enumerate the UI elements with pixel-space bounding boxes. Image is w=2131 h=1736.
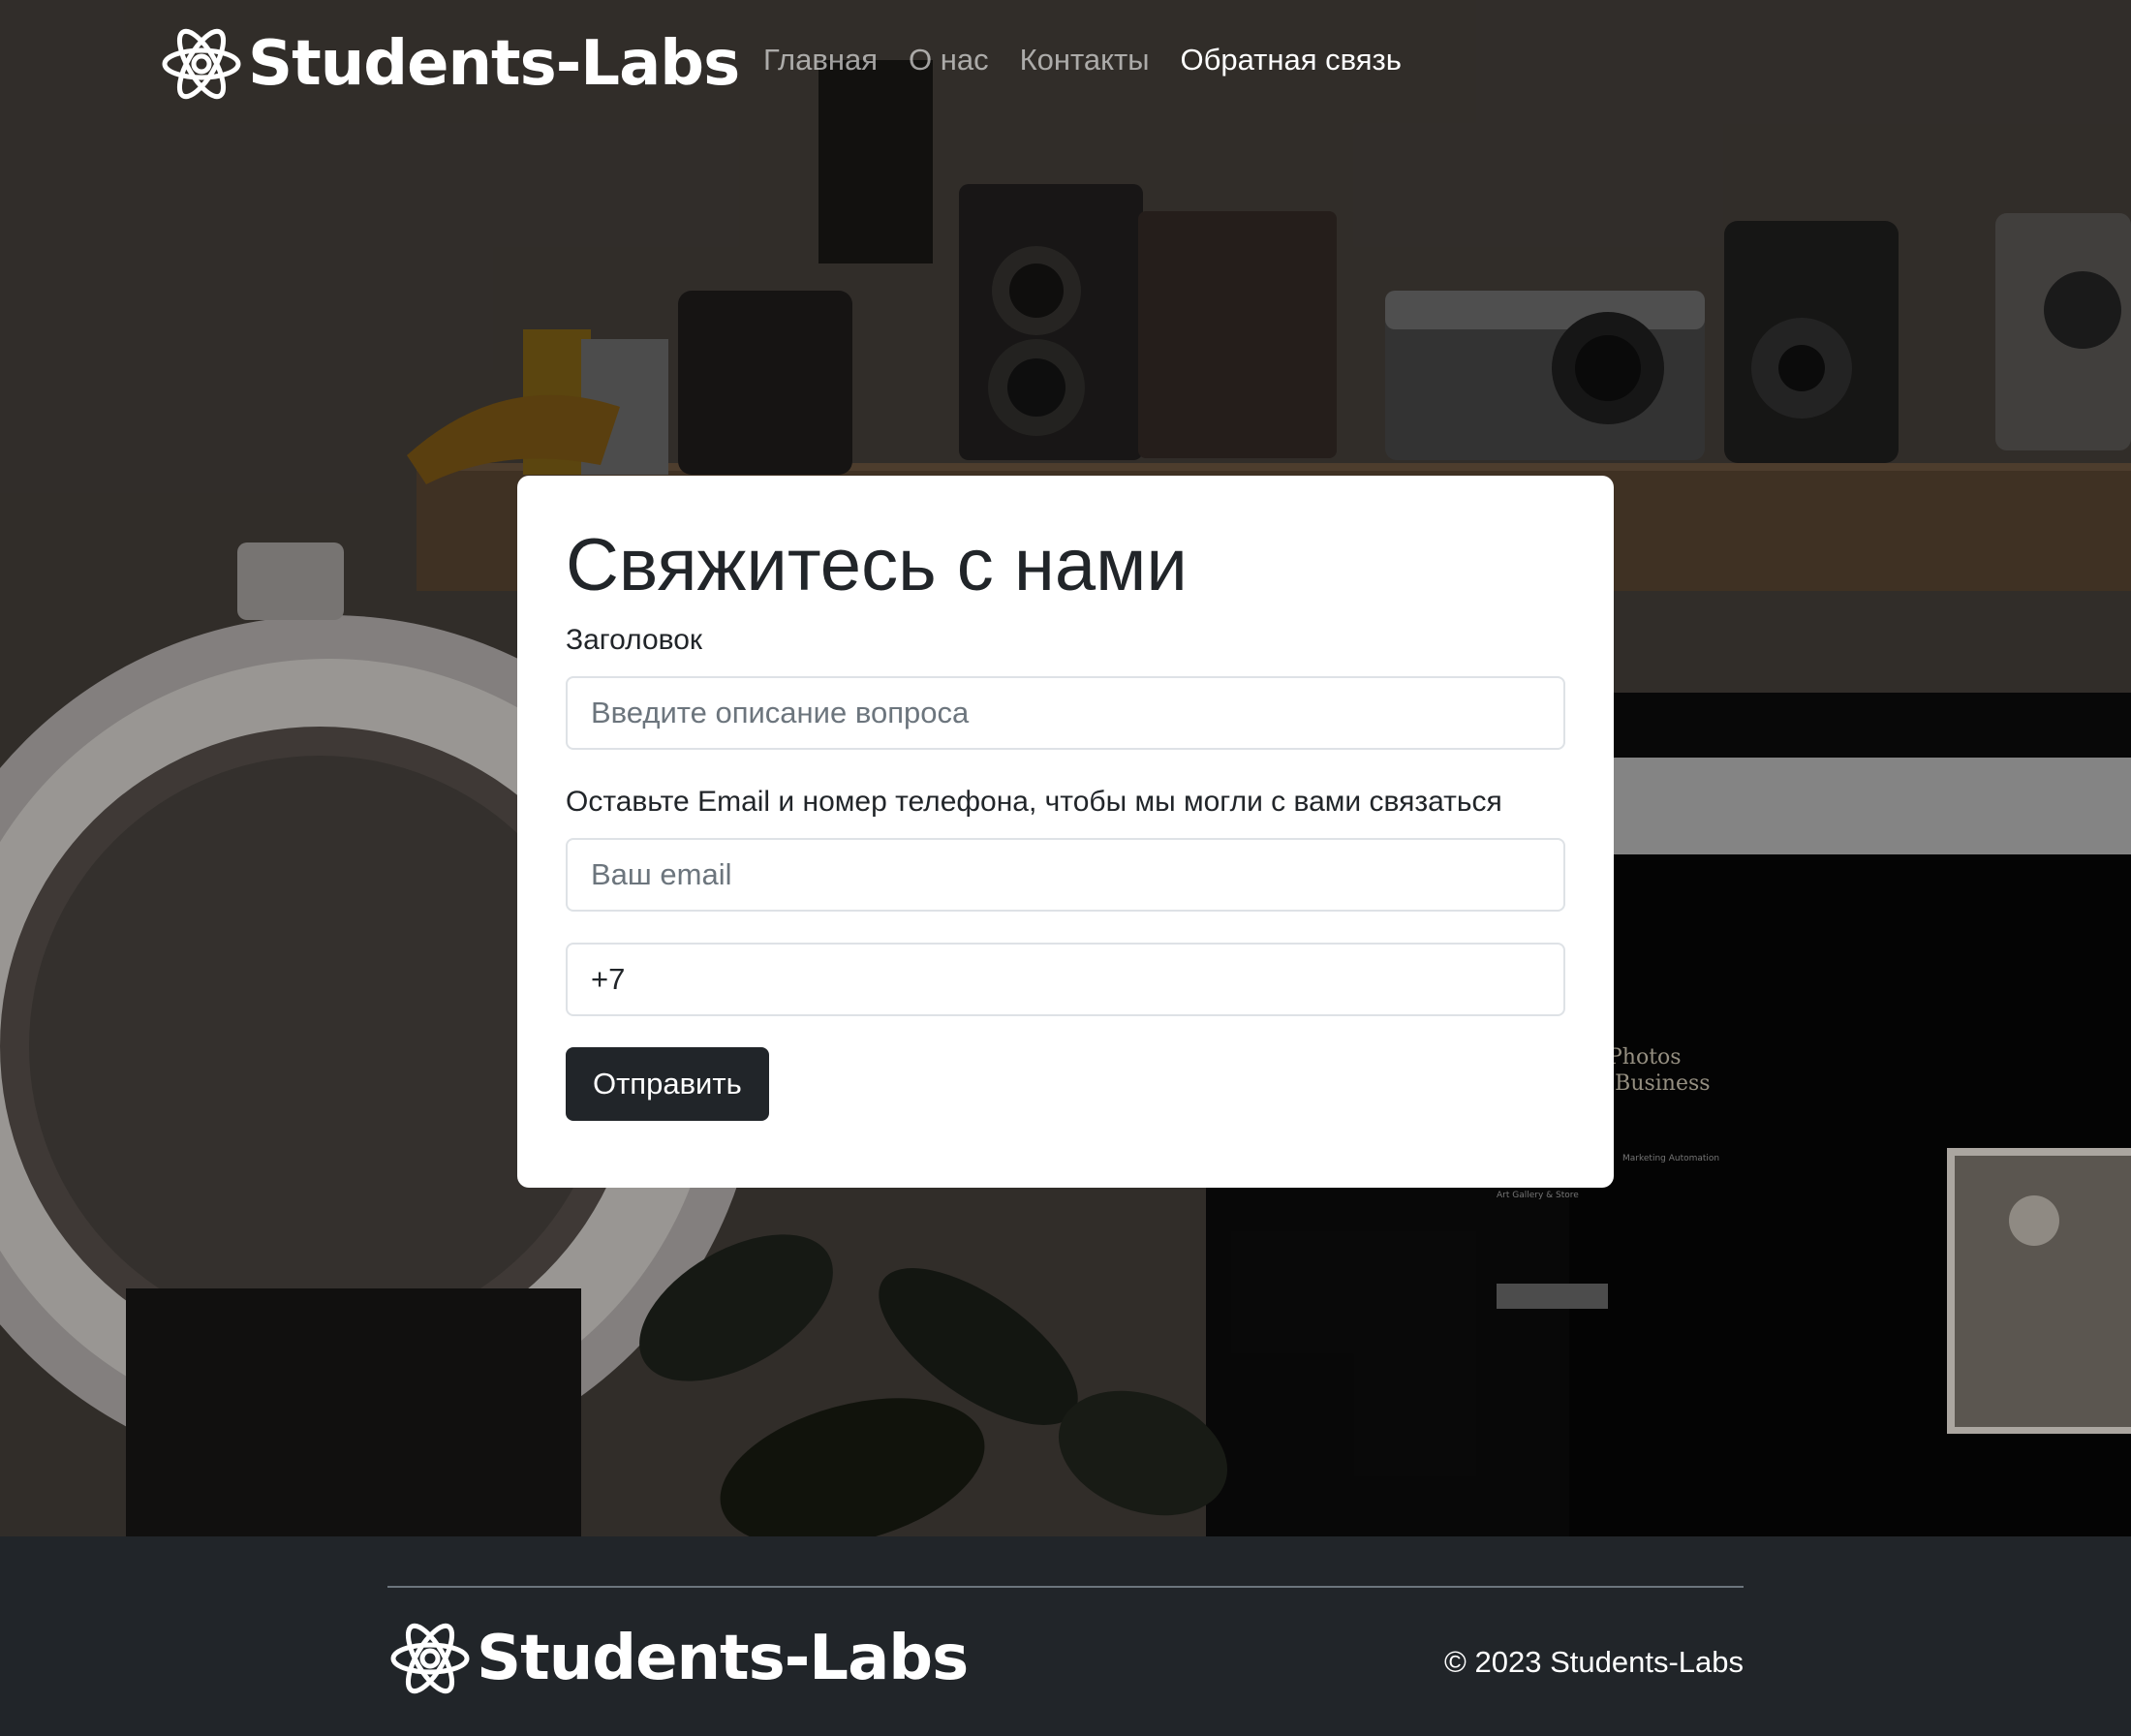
email-input[interactable] [566, 838, 1565, 912]
contact-form-card: Свяжитесь с нами Заголовок Оставьте Emai… [517, 476, 1614, 1188]
nav-link-about[interactable]: О нас [909, 43, 989, 78]
contact-label: Оставьте Email и номер телефона, чтобы м… [566, 786, 1502, 818]
submit-button[interactable]: Отправить [566, 1047, 769, 1121]
brand-name: Students-Labs [248, 28, 740, 100]
footer-divider [387, 1586, 1744, 1588]
footer-brand-link[interactable]: Students-Labs [389, 1620, 969, 1697]
atom-icon [390, 1623, 470, 1694]
nav-link-home[interactable]: Главная [763, 43, 878, 78]
site-footer: Students-Labs © 2023 Students-Labs [0, 1536, 2131, 1736]
nav-link-contacts[interactable]: Контакты [1020, 43, 1150, 78]
atom-icon [162, 28, 241, 100]
main-nav: Главная О нас Контакты Обратная связь [763, 43, 1433, 78]
form-heading: Свяжитесь с нами [566, 524, 1188, 606]
site-header: Students-Labs Главная О нас Контакты Обр… [0, 0, 2131, 130]
phone-input[interactable] [566, 943, 1565, 1016]
nav-link-feedback[interactable]: Обратная связь [1181, 43, 1402, 78]
brand-link[interactable]: Students-Labs [161, 25, 740, 103]
title-input[interactable] [566, 676, 1565, 750]
title-label: Заголовок [566, 624, 703, 656]
copyright-text: © 2023 Students-Labs [1444, 1645, 1744, 1679]
footer-brand-name: Students-Labs [477, 1623, 969, 1694]
